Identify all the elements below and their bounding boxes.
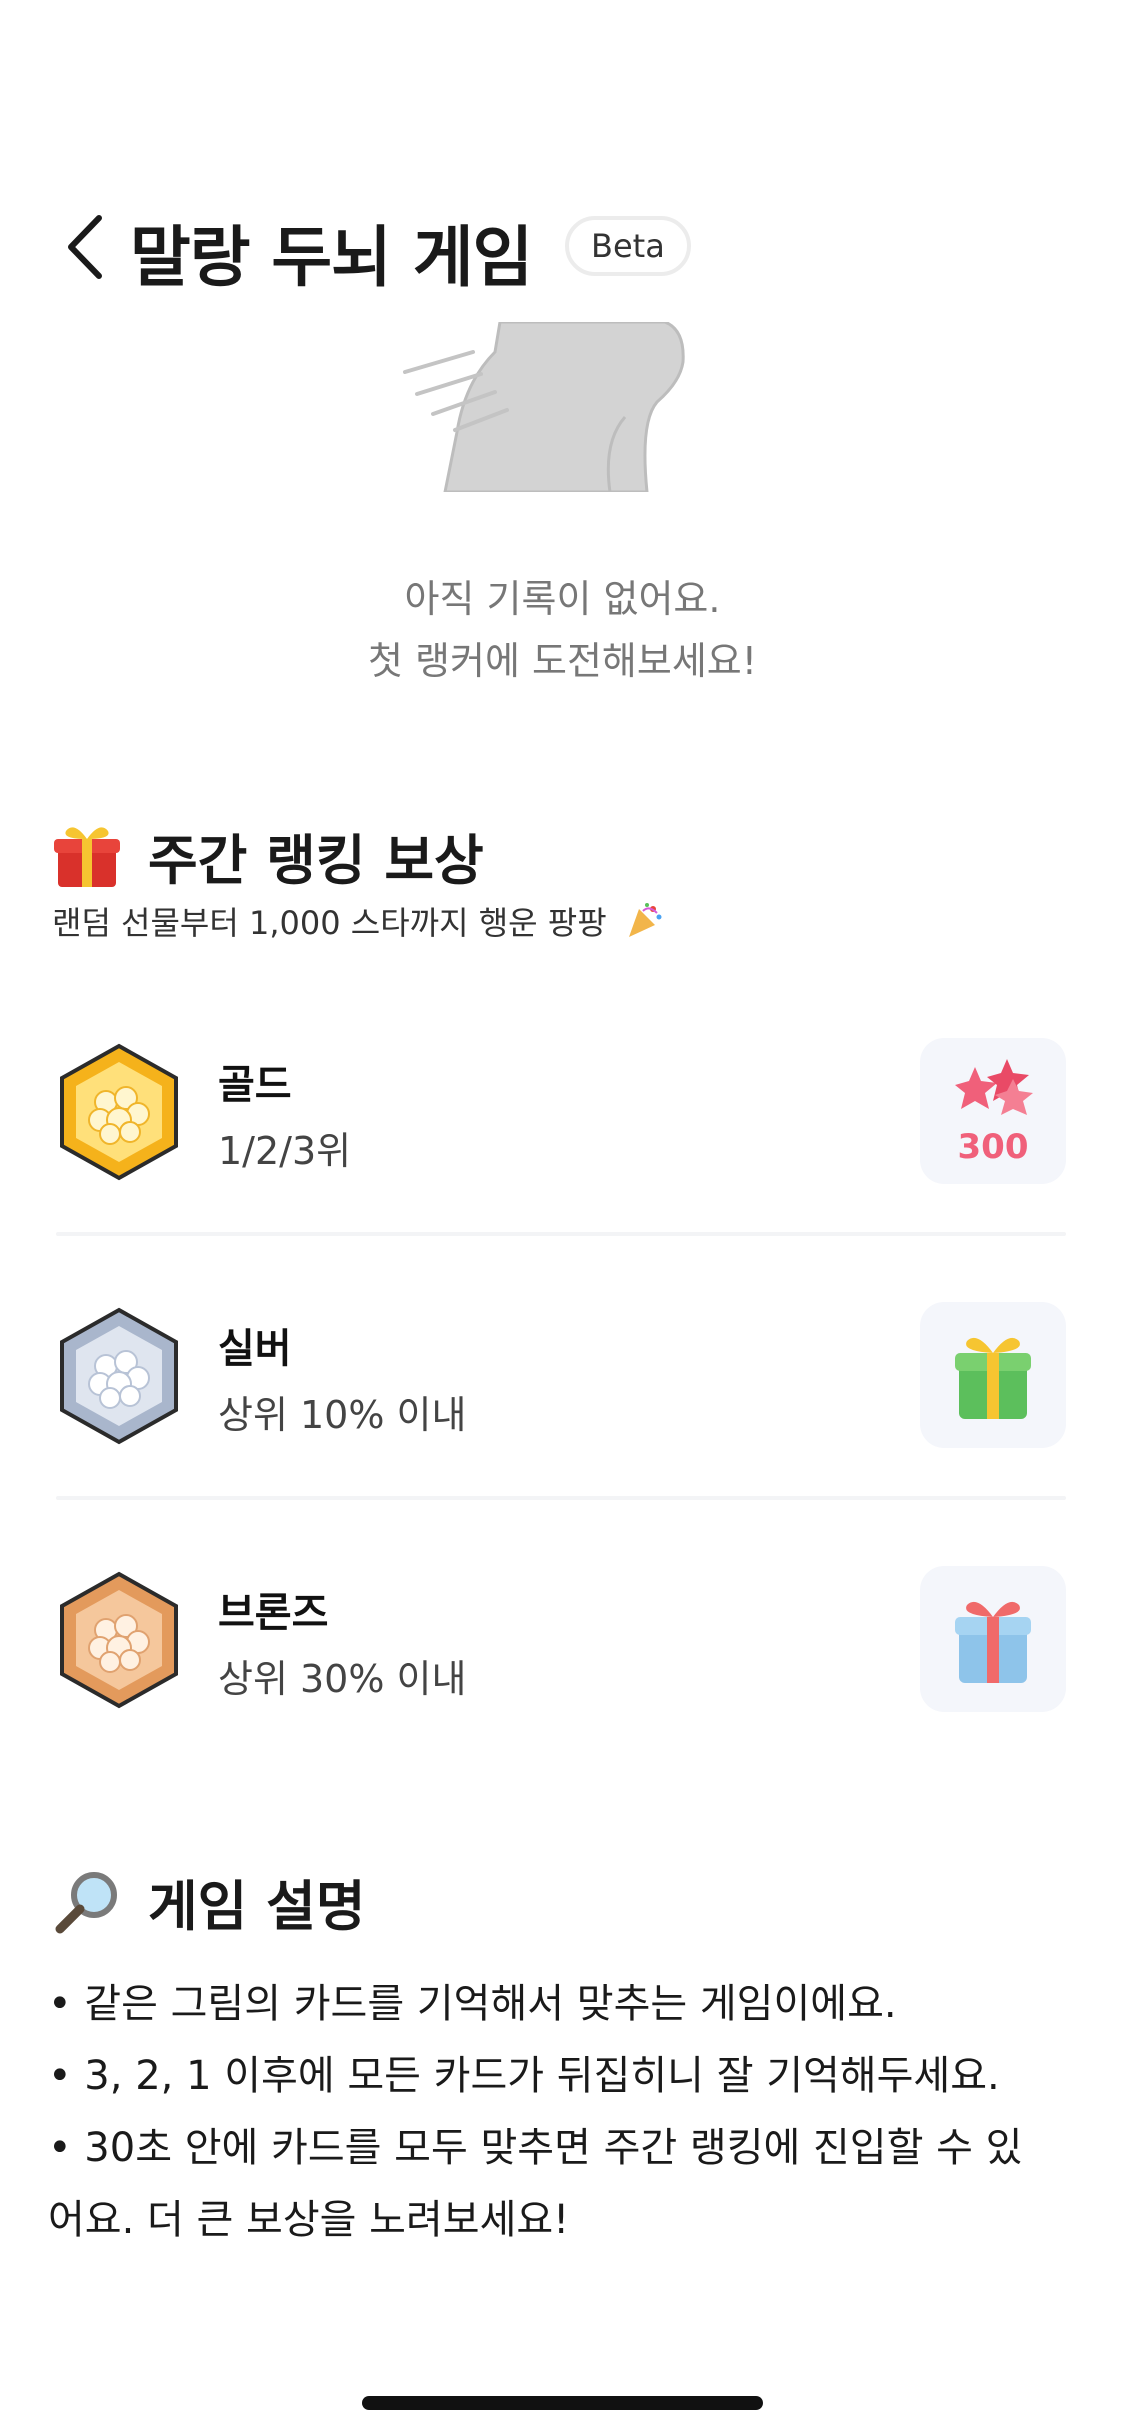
- gift-icon: [54, 826, 120, 887]
- game-description-list: • 같은 그림의 카드를 기억해서 맞추는 게임이에요. • 3, 2, 1 이…: [48, 1968, 1088, 2256]
- game-description-title-text: 게임 설명: [148, 1875, 366, 1938]
- rewards-subtitle: 랜덤 선물부터 1,000 스타까지 행운 팡팡: [52, 898, 663, 944]
- header: 말랑 두뇌 게임 Beta: [0, 200, 1125, 296]
- green-gift-icon: [955, 1337, 1031, 1419]
- tier-desc: 1/2/3위: [218, 1129, 352, 1173]
- back-button[interactable]: [55, 212, 115, 282]
- reward-gift: [920, 1566, 1066, 1712]
- silver-badge-icon: [60, 1307, 178, 1445]
- tier-name: 골드: [218, 1062, 292, 1108]
- rewards-section-title: 주간 랭킹 보상: [52, 816, 484, 895]
- star-bundle-icon: [955, 1059, 1033, 1115]
- tier-gold: 골드 1/2/3위 300: [56, 1038, 1066, 1192]
- tier-silver: 실버 상위 10% 이내: [56, 1302, 1066, 1456]
- bronze-badge-icon: [60, 1571, 178, 1709]
- page: 말랑 두뇌 게임 Beta 아직 기록이 없어요. 첫 랭커에 도전해보세요! …: [0, 0, 1125, 2436]
- description-item: • 3, 2, 1 이후에 모든 카드가 뒤집히니 잘 기억해두세요.: [48, 2053, 1000, 2099]
- game-description-title: 게임 설명: [52, 1862, 366, 1941]
- chevron-left-icon: [68, 215, 102, 279]
- empty-message-line1: 아직 기록이 없어요.: [404, 577, 721, 621]
- tier-desc: 상위 30% 이내: [218, 1657, 467, 1701]
- divider: [56, 1232, 1066, 1236]
- description-item: • 같은 그림의 카드를 기억해서 맞추는 게임이에요.: [48, 1981, 897, 2027]
- description-item: • 30초 안에 카드를 모두 맞추면 주간 랭킹에 진입할 수 있: [48, 2125, 1023, 2171]
- tier-name: 브론즈: [218, 1590, 329, 1636]
- description-item: 어요. 더 큰 보상을 노려보세요!: [48, 2197, 570, 2243]
- reward-stars: 300: [920, 1038, 1066, 1184]
- home-indicator[interactable]: [362, 2396, 763, 2410]
- empty-cat-illustration: [403, 322, 685, 492]
- beta-badge: Beta: [565, 216, 691, 276]
- blue-gift-icon: [955, 1601, 1031, 1683]
- reward-gift: [920, 1302, 1066, 1448]
- rewards-title-text: 주간 랭킹 보상: [148, 829, 484, 892]
- divider: [56, 1496, 1066, 1500]
- tier-bronze: 브론즈 상위 30% 이내: [56, 1566, 1066, 1720]
- party-popper-icon: [628, 903, 662, 937]
- tier-name: 실버: [218, 1326, 292, 1372]
- empty-message-line2: 첫 랭커에 도전해보세요!: [368, 639, 757, 683]
- rewards-subtitle-text: 랜덤 선물부터 1,000 스타까지 행운 팡팡: [52, 904, 607, 942]
- page-title: 말랑 두뇌 게임: [130, 219, 533, 296]
- tier-desc: 상위 10% 이내: [218, 1393, 467, 1437]
- reward-amount: 300: [957, 1127, 1029, 1167]
- gold-badge-icon: [60, 1043, 178, 1181]
- magnifier-icon: [55, 1871, 117, 1933]
